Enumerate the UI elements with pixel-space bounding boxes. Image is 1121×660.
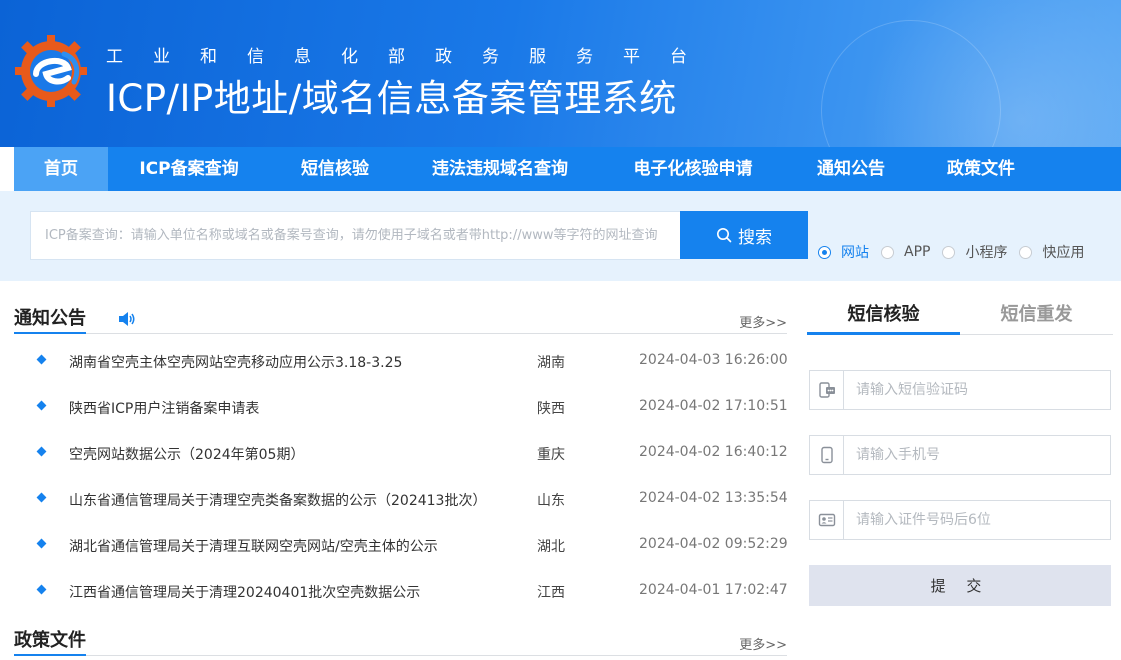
diamond-bullet-icon [36, 446, 47, 457]
speaker-icon [119, 312, 135, 326]
diamond-bullet-icon [36, 492, 47, 503]
tab-sms-resend[interactable]: 短信重发 [960, 300, 1113, 335]
id-card-icon [818, 513, 835, 527]
notice-title[interactable]: 空壳网站数据公示（2024年第05期） [69, 444, 304, 464]
notices-title: 通知公告 [14, 304, 86, 334]
diamond-bullet-icon [36, 584, 47, 595]
radio-dot-icon[interactable] [881, 245, 894, 259]
notice-date: 2024-04-03 16:26:00 [639, 352, 788, 368]
notices-list: 湖南省空壳主体空壳网站空壳移动应用公示3.18-3.25 湖南 2024-04-03… [14, 339, 788, 615]
nav-item-6[interactable]: 政策文件 [916, 147, 1046, 191]
search-icon [717, 228, 732, 243]
notice-region: 重庆 [537, 447, 565, 463]
diamond-bullet-icon [36, 538, 47, 549]
notice-title[interactable]: 山东省通信管理局关于清理空壳类备案数据的公示（202413批次） [69, 490, 486, 510]
notice-region: 湖南 [537, 355, 565, 371]
phone-input[interactable] [844, 437, 1110, 473]
search-option-label: 小程序 [965, 245, 1008, 261]
phone-icon [820, 446, 833, 464]
notice-region: 陕西 [537, 401, 565, 417]
list-item[interactable]: 山东省通信管理局关于清理空壳类备案数据的公示（202413批次） 山东 2024-0… [14, 477, 788, 523]
sms-tabs: 短信核验 短信重发 [807, 300, 1113, 335]
nav-item-2[interactable]: 短信核验 [270, 147, 400, 191]
id-card-icon-wrap [810, 501, 844, 539]
list-item[interactable]: 湖北省通信管理局关于清理互联网空壳网站/空壳主体的公示 湖北 2024-04-02 … [14, 523, 788, 569]
notices-header: 通知公告 更多>> [14, 304, 787, 334]
search-band: 搜索 网站 APP 小程序 快应用 [0, 191, 1121, 281]
notice-title[interactable]: 湖北省通信管理局关于清理互联网空壳网站/空壳主体的公示 [69, 536, 438, 556]
notice-date: 2024-04-02 17:10:51 [639, 398, 788, 414]
id-number-field [809, 500, 1111, 540]
phone-icon-wrap [810, 436, 844, 474]
list-item[interactable]: 湖南省空壳主体空壳网站空壳移动应用公示3.18-3.25 湖南 2024-04-03… [14, 339, 788, 385]
search-option-2[interactable]: 小程序 [942, 242, 1007, 262]
sms-code-icon-wrap [810, 371, 844, 409]
policies-more-link[interactable]: 更多>> [739, 634, 787, 653]
list-item[interactable]: 陕西省ICP用户注销备案申请表 陕西 2024-04-02 17:10:51 [14, 385, 788, 431]
search-option-3[interactable]: 快应用 [1019, 242, 1084, 262]
id-number-input[interactable] [844, 502, 1110, 538]
miit-logo-icon [15, 35, 87, 107]
page: 工业和信息化部政务服务平台 ICP/IP地址/域名信息备案管理系统 首页 ICP备… [0, 0, 1121, 660]
sms-code-input[interactable] [844, 372, 1110, 408]
search-option-label: 网站 [841, 245, 869, 261]
search-button[interactable]: 搜索 [680, 211, 808, 259]
search-option-label: 快应用 [1042, 245, 1085, 261]
list-item[interactable]: 江西省通信管理局关于清理20240401批次空壳数据公示 江西 2024-04-01… [14, 569, 788, 615]
radio-dot-icon[interactable] [1019, 245, 1033, 259]
nav-item-5[interactable]: 通知公告 [786, 147, 916, 191]
notice-date: 2024-04-02 13:35:54 [639, 490, 788, 506]
search-option-1[interactable]: APP [881, 244, 930, 260]
submit-button[interactable]: 提 交 [809, 565, 1111, 606]
radio-dot-icon[interactable] [818, 245, 831, 259]
notice-title[interactable]: 江西省通信管理局关于清理20240401批次空壳数据公示 [69, 582, 420, 602]
sms-code-field [809, 370, 1111, 410]
search-type-options: 网站 APP 小程序 快应用 [818, 242, 1096, 262]
notice-date: 2024-04-02 09:52:29 [639, 536, 788, 552]
notice-region: 山东 [537, 493, 565, 509]
search-option-label: APP [904, 244, 931, 260]
policies-header: 政策文件 更多>> [14, 626, 787, 656]
radio-dot-icon[interactable] [942, 245, 956, 259]
phone-field [809, 435, 1111, 475]
header-subtitle: 工业和信息化部政务服务平台 [106, 47, 717, 67]
list-item[interactable]: 空壳网站数据公示（2024年第05期） 重庆 2024-04-02 16:40:12 [14, 431, 788, 477]
header-title: ICP/IP地址/域名信息备案管理系统 [106, 77, 677, 120]
notice-date: 2024-04-01 17:02:47 [639, 582, 788, 598]
diamond-bullet-icon [36, 354, 47, 365]
main-nav: 首页 ICP备案查询 短信核验 违法违规域名查询 电子化核验申请 通知公告 政策文件 [14, 147, 1121, 191]
notices-more-link[interactable]: 更多>> [739, 312, 787, 331]
notice-region: 江西 [537, 585, 565, 601]
search-option-0[interactable]: 网站 [818, 242, 869, 262]
notice-date: 2024-04-02 16:40:12 [639, 444, 788, 460]
notice-title[interactable]: 陕西省ICP用户注销备案申请表 [69, 398, 259, 418]
nav-item-3[interactable]: 违法违规域名查询 [400, 147, 600, 191]
notice-title[interactable]: 湖南省空壳主体空壳网站空壳移动应用公示3.18-3.25 [69, 352, 402, 372]
nav-item-0[interactable]: 首页 [14, 147, 108, 191]
sms-code-icon [818, 382, 835, 398]
notice-region: 湖北 [537, 539, 565, 555]
search-button-label: 搜索 [738, 227, 772, 248]
nav-item-1[interactable]: ICP备案查询 [108, 147, 270, 191]
tab-sms-verify[interactable]: 短信核验 [807, 300, 960, 335]
diamond-bullet-icon [36, 400, 47, 411]
header-banner: 工业和信息化部政务服务平台 ICP/IP地址/域名信息备案管理系统 [0, 0, 1121, 147]
search-input[interactable] [30, 211, 680, 260]
nav-item-4[interactable]: 电子化核验申请 [600, 147, 786, 191]
policies-title: 政策文件 [14, 626, 86, 656]
